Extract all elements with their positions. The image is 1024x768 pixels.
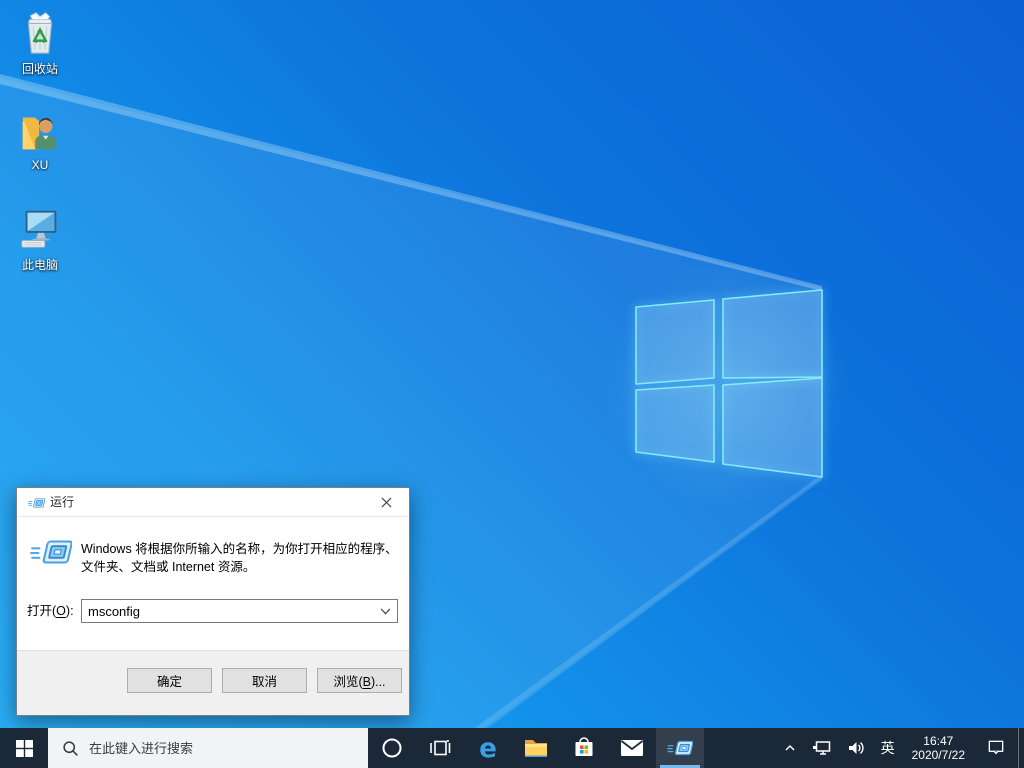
taskbar-app-buttons: e <box>368 728 704 768</box>
taskbar-search[interactable] <box>48 728 368 768</box>
user-folder-icon <box>22 117 57 150</box>
browse-button[interactable]: 浏览(B)... <box>317 668 402 693</box>
clock[interactable]: 16:47 2020/7/22 <box>903 728 974 768</box>
taskbar: e <box>0 728 1024 768</box>
ok-button[interactable]: 确定 <box>127 668 212 693</box>
browse-label-mnemonic: B <box>362 675 371 689</box>
store-icon <box>575 737 593 756</box>
show-hidden-icons-button[interactable] <box>775 728 805 768</box>
system-tray: 英 16:47 2020/7/22 <box>775 728 1024 768</box>
open-label-text: 打开( <box>27 604 57 618</box>
taskbar-task-view-button[interactable] <box>416 728 464 768</box>
open-label-text: ): <box>65 604 74 618</box>
clock-time: 16:47 <box>923 734 954 748</box>
run-dialog-footer: 确定 取消 浏览(B)... <box>17 650 409 715</box>
browse-label-text: 浏览( <box>333 675 363 689</box>
run-dialog-window: 运行 Windows 将根据你所输入的名称，为你打开相应的程序、 文件夹、文档或… <box>16 487 410 716</box>
run-icon-large <box>30 540 72 564</box>
start-button[interactable] <box>0 728 48 768</box>
open-label-mnemonic: O <box>56 604 66 618</box>
taskbar-file-explorer-button[interactable] <box>512 728 560 768</box>
open-row: 打开(O): <box>17 599 409 623</box>
description-line: 文件夹、文档或 Internet 资源。 <box>81 559 256 574</box>
file-explorer-icon <box>525 740 547 757</box>
cortana-icon <box>382 738 402 758</box>
desktop-icon-label: 此电脑 <box>21 258 58 272</box>
task-view-icon <box>430 740 451 756</box>
run-dialog-titlebar[interactable]: 运行 <box>17 488 409 517</box>
svg-text:e: e <box>479 734 497 762</box>
chevron-down-icon <box>380 607 390 615</box>
desktop-icon-label: XU <box>31 158 49 172</box>
desktop-icon-this-pc[interactable]: 此电脑 <box>2 200 78 298</box>
search-icon <box>63 740 78 756</box>
windows-desktop: 回收站 XU 此电脑 运行 Windows 将根据你所输入的名称，为你打开相应的… <box>0 0 1024 768</box>
ime-label: 英 <box>880 740 895 756</box>
desktop-icon-label: 回收站 <box>21 62 58 76</box>
cancel-button[interactable]: 取消 <box>222 668 307 693</box>
ime-indicator[interactable]: 英 <box>873 728 903 768</box>
run-icon <box>667 740 693 756</box>
desktop-icon-recycle-bin[interactable]: 回收站 <box>2 4 78 102</box>
this-pc-icon <box>21 210 57 248</box>
taskbar-run-button[interactable] <box>656 728 704 768</box>
taskbar-mail-button[interactable] <box>608 728 656 768</box>
taskbar-edge-button[interactable]: e <box>464 728 512 768</box>
network-icon <box>812 741 830 755</box>
open-combobox[interactable] <box>81 599 398 623</box>
windows-start-icon <box>15 739 33 757</box>
open-label: 打开(O): <box>27 599 74 623</box>
recycle-bin-icon <box>27 12 53 54</box>
network-button[interactable] <box>805 728 839 768</box>
run-dialog-body: Windows 将根据你所输入的名称，为你打开相应的程序、 文件夹、文档或 In… <box>17 517 409 651</box>
description-line: Windows 将根据你所输入的名称，为你打开相应的程序、 <box>81 542 398 556</box>
action-center-icon <box>988 740 1004 755</box>
run-dialog-description: Windows 将根据你所输入的名称，为你打开相应的程序、 文件夹、文档或 In… <box>81 541 403 576</box>
chevron-up-icon <box>785 744 795 751</box>
mail-icon <box>620 740 644 756</box>
run-icon <box>28 498 45 508</box>
close-icon <box>381 496 392 508</box>
close-button[interactable] <box>364 488 409 516</box>
volume-icon <box>848 742 864 754</box>
run-dialog-title: 运行 <box>50 495 75 509</box>
combobox-dropdown-button[interactable] <box>373 600 397 622</box>
open-input[interactable] <box>82 600 397 622</box>
browse-label-text: )... <box>370 675 386 689</box>
desktop-icon-user-folder[interactable]: XU <box>2 102 78 200</box>
action-center-button[interactable] <box>974 728 1018 768</box>
show-desktop-button[interactable] <box>1018 728 1024 768</box>
taskbar-cortana-button[interactable] <box>368 728 416 768</box>
clock-date: 2020/7/22 <box>911 748 965 762</box>
search-input[interactable] <box>89 728 368 768</box>
windows-logo-icon <box>635 289 823 478</box>
volume-button[interactable] <box>839 728 873 768</box>
edge-icon: e <box>479 734 497 762</box>
desktop-icon-list: 回收站 XU 此电脑 <box>2 4 78 298</box>
taskbar-store-button[interactable] <box>560 728 608 768</box>
